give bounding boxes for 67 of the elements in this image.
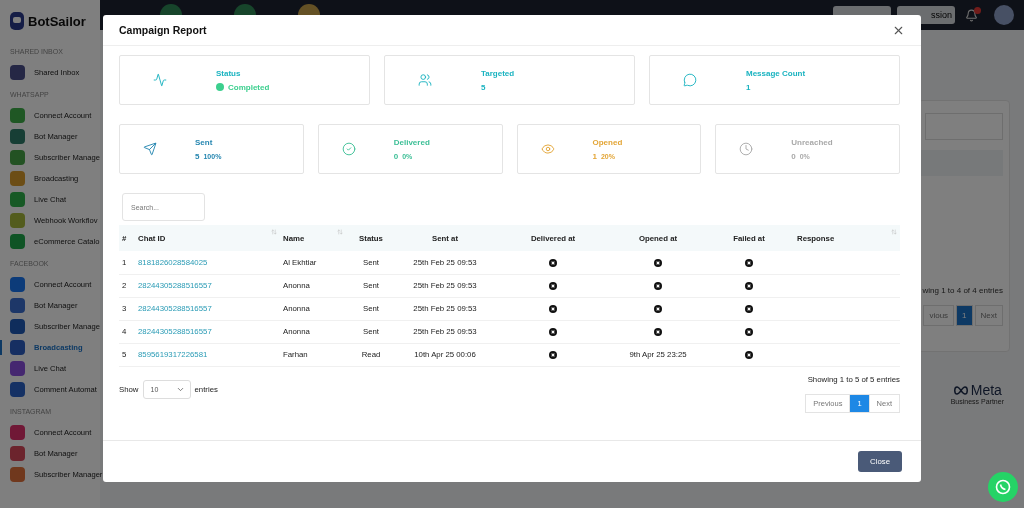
- stat-value: 5: [481, 82, 486, 92]
- app-icon: [10, 171, 25, 186]
- stat-label: Status: [216, 68, 241, 78]
- entries-info: wing 1 to 4 of 4 entries: [922, 286, 1003, 295]
- avatar[interactable]: [994, 5, 1014, 25]
- close-circle-icon: [549, 281, 557, 290]
- infinity-logo-icon: [952, 385, 969, 395]
- stat-label: Unreached: [791, 137, 833, 147]
- brand-name: BotSailor: [28, 13, 86, 29]
- stat-value: Completed: [228, 82, 270, 92]
- close-circle-icon: [745, 258, 753, 267]
- modal-title: Campaign Report: [119, 24, 207, 36]
- sort-icon[interactable]: [337, 229, 343, 235]
- stat-value: 1: [592, 151, 597, 161]
- close-circle-icon: [549, 258, 557, 267]
- app-icon: [10, 340, 25, 355]
- eye-icon: [540, 142, 555, 156]
- users-icon: [418, 73, 432, 87]
- check-circle-icon: [341, 142, 356, 156]
- send-icon: [143, 142, 157, 156]
- app-icon: [10, 382, 25, 397]
- app-icon: [10, 234, 25, 249]
- close-circle-icon: [745, 281, 753, 290]
- clock-icon: [739, 142, 754, 156]
- app-icon: [10, 467, 25, 482]
- bell-icon[interactable]: [965, 8, 978, 22]
- app-icon: [10, 213, 25, 228]
- stat-value: 1: [746, 82, 751, 92]
- app-icon: [10, 129, 25, 144]
- stat-label: Targeted: [481, 68, 515, 78]
- stat-label: Opened: [592, 137, 623, 147]
- close-circle-icon: [654, 258, 662, 267]
- page-button[interactable]: vious: [923, 305, 955, 326]
- app-icon: [10, 319, 25, 334]
- app-icon: [10, 65, 25, 80]
- app-icon: [10, 277, 25, 292]
- close-circle-icon: [745, 327, 753, 336]
- close-circle-icon: [745, 350, 753, 359]
- close-circle-icon: [745, 304, 753, 313]
- close-circle-icon: [654, 327, 662, 336]
- stat-value: 0: [393, 151, 399, 161]
- close-circle-icon: [654, 304, 662, 313]
- stat-value: 5: [195, 151, 200, 161]
- activity-icon: [153, 73, 167, 87]
- robot-logo-icon: [10, 12, 24, 30]
- sort-icon[interactable]: [271, 229, 277, 235]
- partner-brand: Meta: [970, 382, 1002, 398]
- app-icon: [10, 298, 25, 313]
- app-icon: [10, 192, 25, 207]
- app-icon: [10, 361, 25, 376]
- close-circle-icon: [549, 350, 557, 359]
- stat-value: 0: [791, 151, 796, 161]
- app-icon: [10, 425, 25, 440]
- close-circle-icon: [654, 281, 662, 290]
- stat-label: Sent: [195, 137, 213, 147]
- app-icon: [10, 108, 25, 123]
- sort-icon[interactable]: [891, 229, 897, 235]
- page-button[interactable]: 1: [956, 305, 973, 326]
- phone-bubble-icon: [995, 479, 1011, 495]
- app-icon: [10, 446, 25, 461]
- page-button[interactable]: Next: [974, 305, 1003, 326]
- close-circle-icon: [549, 327, 557, 336]
- chat-bubble-icon: [683, 73, 697, 87]
- stat-label: Message Count: [746, 68, 806, 78]
- app-icon: [10, 150, 25, 165]
- stat-label: Delivered: [393, 137, 430, 147]
- close-circle-icon: [549, 304, 557, 313]
